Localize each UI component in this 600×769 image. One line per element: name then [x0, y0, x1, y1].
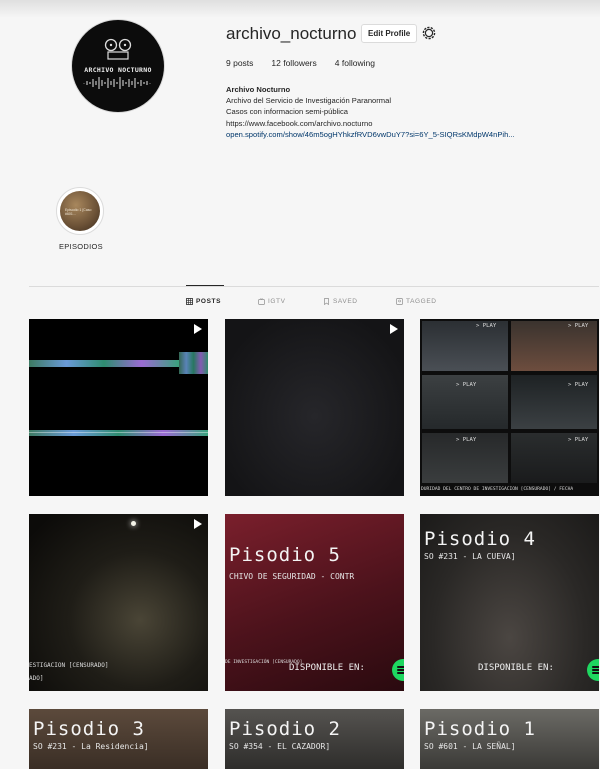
ceiling-light — [131, 521, 136, 526]
igtv-icon — [258, 298, 265, 305]
video-play-icon — [194, 324, 202, 334]
highlight-episodios[interactable]: Episodio 1 [Caso #601... — [56, 187, 104, 235]
avatar-logo-text: ARCHIVO NOCTURNO — [84, 66, 152, 74]
play-label: > PLAY — [476, 323, 497, 329]
post-tile-episodio-1[interactable]: Pisodio 1 SO #601 - LA SEÑAL] — [420, 709, 599, 769]
profile-stats: 9 posts 12 followers 4 following — [226, 58, 375, 68]
bio-external-link[interactable]: open.spotify.com/show/46m5ogHYhkzfRVD6vw… — [226, 129, 596, 140]
glitch-thumbnail — [29, 352, 208, 436]
followers-count[interactable]: 12 followers — [271, 58, 316, 68]
post-tile-episodio-5[interactable]: Pisodio 5 CHIVO DE SEGURIDAD - CONTR DE … — [225, 514, 404, 691]
post-tile-episodio-3[interactable]: Pisodio 3 SO #231 - La Residencia] — [29, 709, 208, 769]
episode-subtitle: SO #231 - La Residencia] — [33, 742, 149, 751]
post-tile-episodio-4[interactable]: Pisodio 4 SO #231 - LA CUEVA] DISPONIBLE… — [420, 514, 599, 691]
episode-title: Pisodio 4 — [424, 528, 536, 550]
profile-username: archivo_nocturno — [226, 24, 357, 43]
cctv-collage-thumbnail: > PLAY > PLAY > PLAY > PLAY > PLAY > PLA… — [420, 319, 599, 496]
edit-profile-button[interactable]: Edit Profile — [361, 24, 418, 43]
tab-label: TAGGED — [406, 298, 437, 305]
profile-page: ARCHIVO NOCTURNO archivo_nocturno Edit P… — [0, 0, 600, 769]
corridor-caption: ESTIGACION [CENSURADO] — [29, 662, 109, 669]
tab-saved[interactable]: SAVED — [323, 298, 358, 305]
post-tile-static[interactable] — [225, 319, 404, 496]
play-label: > PLAY — [456, 437, 477, 443]
profile-avatar[interactable]: ARCHIVO NOCTURNO — [72, 20, 164, 112]
episode-subtitle: SO #354 - EL CAZADOR] — [229, 742, 331, 751]
bio-line: https://www.facebook.com/archivo.nocturn… — [226, 118, 373, 128]
highlight-label: EPISODIOS — [59, 242, 103, 251]
tab-label: SAVED — [333, 298, 358, 305]
play-label: > PLAY — [568, 323, 589, 329]
post-tile-episodio-2[interactable]: Pisodio 2 SO #354 - EL CAZADOR] — [225, 709, 404, 769]
play-label: > PLAY — [456, 382, 477, 388]
corridor-caption: ADO] — [29, 675, 44, 682]
episode-title: Pisodio 5 — [229, 544, 341, 566]
episode-subtitle: SO #231 - LA CUEVA] — [424, 552, 516, 561]
film-reel-icon — [104, 38, 132, 60]
bio-line: Archivo del Servicio de Investigación Pa… — [226, 96, 392, 106]
settings-gear-icon[interactable] — [421, 25, 437, 41]
following-count[interactable]: 4 following — [335, 58, 375, 68]
highlight-thumb-text: Episodio 1 [Caso #601... — [65, 208, 92, 216]
tab-posts[interactable]: POSTS — [186, 298, 221, 305]
bookmark-icon — [324, 298, 329, 305]
episode-subtitle: CHIVO DE SEGURIDAD - CONTR — [229, 572, 355, 581]
tab-label: POSTS — [196, 298, 222, 305]
play-label: > PLAY — [568, 382, 589, 388]
static-thumbnail — [225, 319, 404, 496]
availability-label: DISPONIBLE EN: — [478, 663, 554, 673]
episode-subtitle: SO #601 - LA SEÑAL] — [424, 742, 516, 751]
bio-line: Casos con informacion semi-pública — [226, 107, 348, 117]
tab-tagged[interactable]: TAGGED — [396, 298, 437, 305]
tab-igtv[interactable]: IGTV — [258, 298, 286, 305]
tag-icon — [396, 298, 403, 305]
profile-bio: Archivo Nocturno Archivo del Servicio de… — [226, 84, 596, 140]
post-tile-collage[interactable]: > PLAY > PLAY > PLAY > PLAY > PLAY > PLA… — [420, 319, 599, 496]
video-play-icon — [390, 324, 398, 334]
tabs-divider — [29, 286, 599, 287]
episode-title: Pisodio 1 — [424, 718, 536, 740]
availability-label: DISPONIBLE EN: — [289, 663, 365, 673]
grid-icon — [186, 298, 193, 305]
bio-name: Archivo Nocturno — [226, 85, 291, 94]
episode-title: Pisodio 3 — [33, 718, 145, 740]
collage-caption: DURIDAD DEL CENTRO DE INVESTIGACION [CEN… — [421, 487, 574, 492]
tab-label: IGTV — [268, 298, 286, 305]
sound-wave-icon — [83, 77, 151, 89]
post-tile-corridor[interactable]: ESTIGACION [CENSURADO] ADO] — [29, 514, 208, 691]
active-tab-indicator — [186, 285, 224, 286]
episode-title: Pisodio 2 — [229, 718, 341, 740]
post-tile-glitch[interactable] — [29, 319, 208, 496]
play-label: > PLAY — [568, 437, 589, 443]
highlight-thumbnail: Episodio 1 [Caso #601... — [60, 191, 100, 231]
video-play-icon — [194, 519, 202, 529]
posts-count: 9 posts — [226, 58, 254, 68]
